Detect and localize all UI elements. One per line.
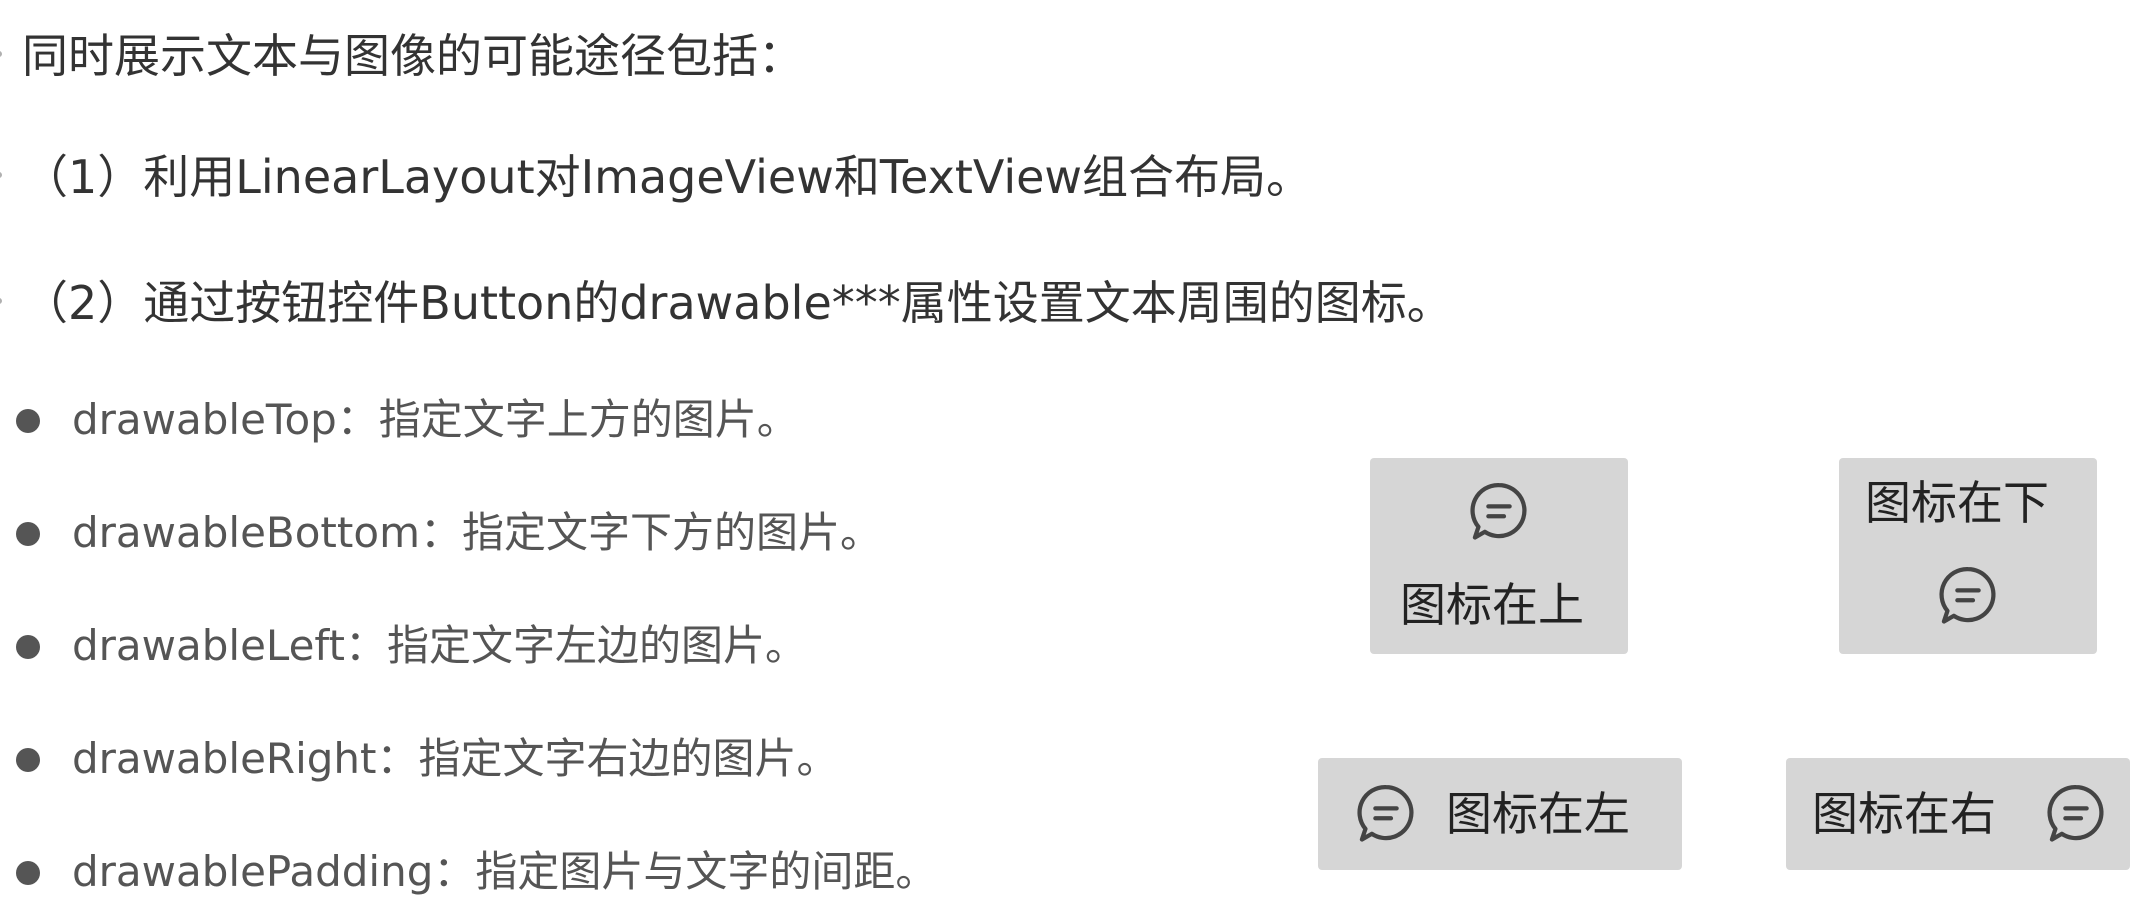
bullet-text: drawableRight：指定文字右边的图片。 — [72, 734, 839, 783]
button-label: 图标在左 — [1446, 787, 1630, 841]
way-1-marker — [0, 172, 2, 178]
intro-heading-text: 同时展示文本与图像的可能途径包括： — [22, 29, 804, 83]
chat-bubble-icon — [2042, 780, 2110, 848]
bullet-text: drawableLeft：指定文字左边的图片。 — [72, 621, 807, 670]
icon-right-button[interactable]: 图标在右 — [1786, 758, 2130, 870]
bullet-text: drawableTop：指定文字上方的图片。 — [72, 395, 799, 444]
way-1-text: （1）利用LinearLayout对ImageView和TextView组合布局… — [22, 150, 1313, 204]
chat-bubble-icon — [1352, 780, 1420, 848]
slide: 同时展示文本与图像的可能途径包括： （1）利用LinearLayout对Imag… — [0, 0, 2130, 918]
heading-marker — [0, 51, 2, 57]
way-2-marker — [0, 298, 2, 304]
bullet-dot — [16, 861, 40, 885]
bullet-text: drawableBottom：指定文字下方的图片。 — [72, 508, 882, 557]
bullet-dot — [16, 522, 40, 546]
chat-bubble-icon — [1465, 478, 1533, 546]
icon-bottom-button[interactable]: 图标在下 — [1839, 458, 2097, 654]
button-label: 图标在上 — [1400, 578, 1584, 632]
chat-bubble-icon — [1934, 562, 2002, 630]
icon-top-button[interactable]: 图标在上 — [1370, 458, 1628, 654]
bullet-dot — [16, 409, 40, 433]
bullet-dot — [16, 635, 40, 659]
bullet-dot — [16, 748, 40, 772]
button-label: 图标在右 — [1812, 787, 1996, 841]
icon-left-button[interactable]: 图标在左 — [1318, 758, 1682, 870]
way-2-text: （2）通过按钮控件Button的drawable***属性设置文本周围的图标。 — [22, 276, 1453, 330]
button-label: 图标在下 — [1865, 476, 2049, 530]
bullet-text: drawablePadding：指定图片与文字的间距。 — [72, 847, 938, 896]
